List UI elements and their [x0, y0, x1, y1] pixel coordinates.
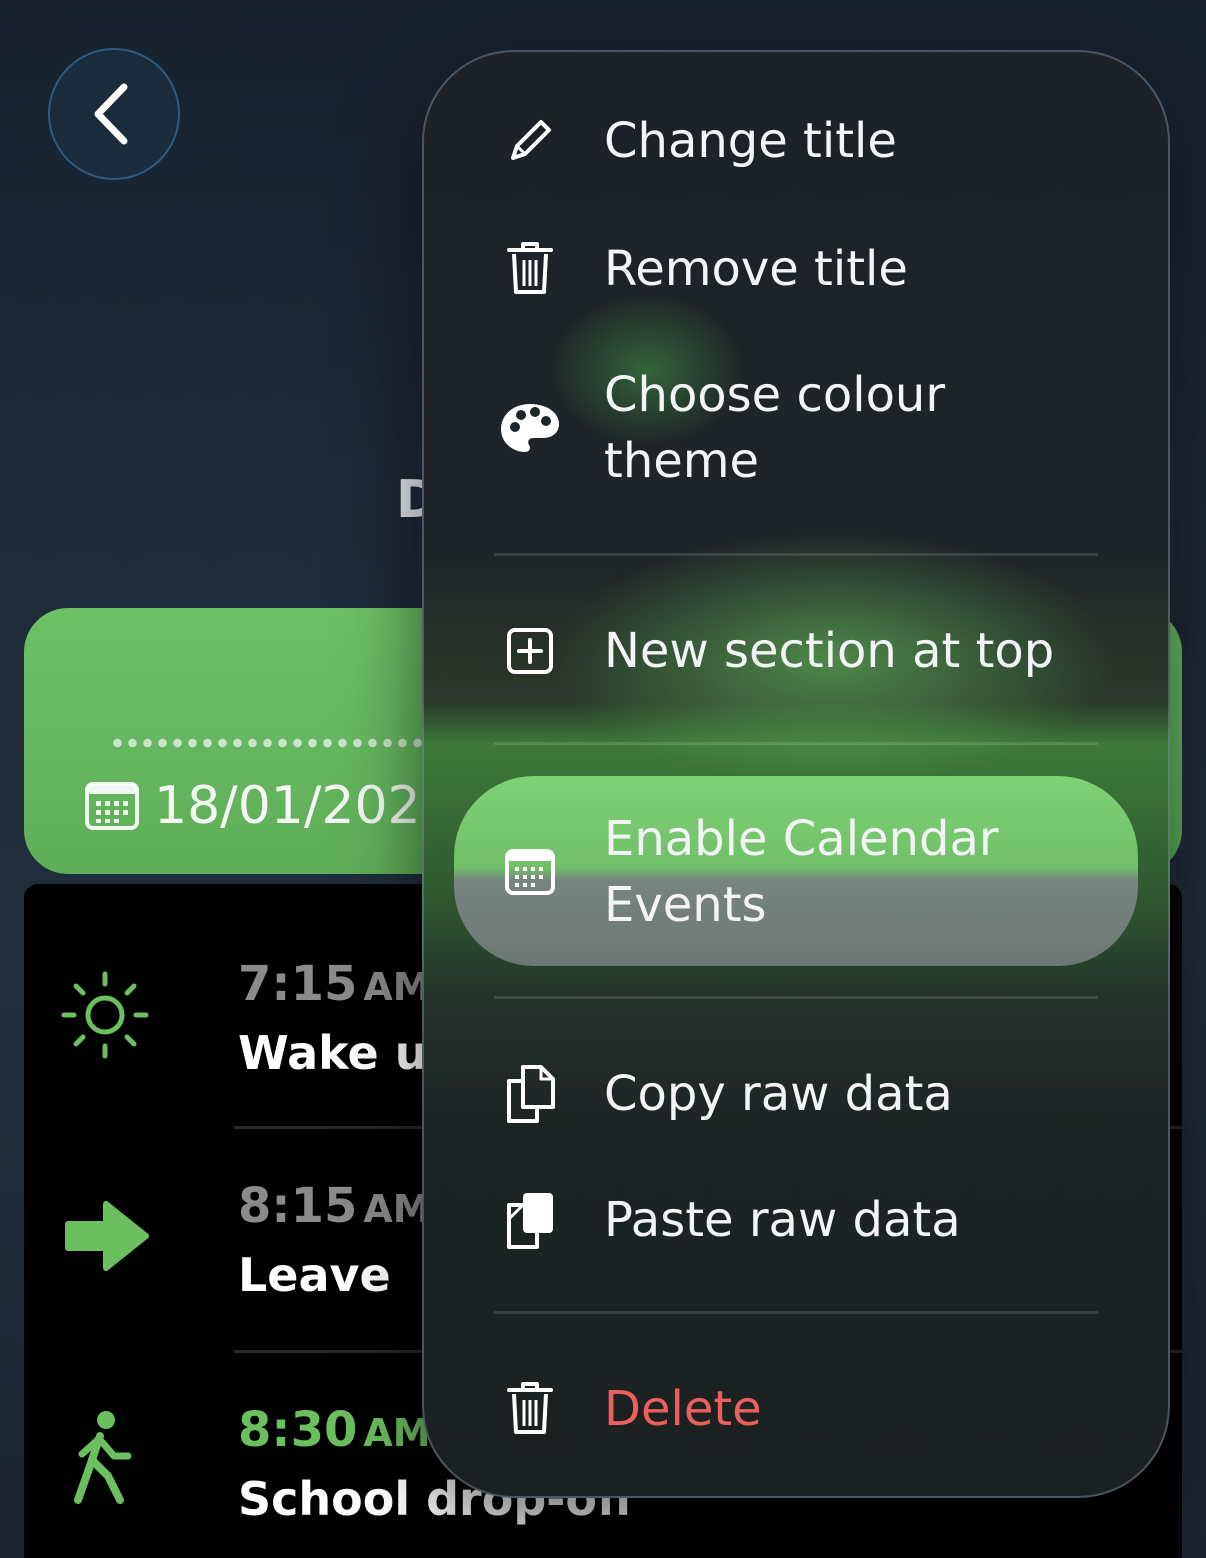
menu-item-change-title[interactable]: Change title [424, 108, 1168, 174]
back-button[interactable] [48, 48, 180, 180]
menu-separator [494, 742, 1098, 745]
menu-label: New section at top [604, 623, 1055, 679]
menu-item-paste-raw[interactable]: Paste raw data [424, 1187, 1168, 1253]
menu-label: Remove title [604, 241, 908, 297]
trash-icon [498, 237, 562, 301]
card-date: 18/01/2026 [154, 776, 454, 836]
calendar-icon [498, 840, 562, 904]
menu-label: Delete [604, 1381, 762, 1437]
arrow-right-icon [65, 1201, 149, 1271]
menu-item-colour-theme[interactable]: Choose colour theme [424, 362, 1168, 494]
event-time: 8:30 AM [238, 1402, 431, 1458]
menu-separator [494, 553, 1098, 556]
menu-item-remove-title[interactable]: Remove title [424, 236, 1168, 302]
palette-icon [498, 396, 562, 460]
walking-person-icon [74, 1411, 132, 1504]
menu-label: Enable Calendar Events [604, 811, 999, 933]
menu-item-delete[interactable]: Delete [424, 1376, 1168, 1442]
sun-icon [61, 971, 149, 1059]
plus-square-icon [498, 619, 562, 683]
menu-item-new-section[interactable]: New section at top [424, 618, 1168, 684]
pencil-icon [498, 109, 562, 173]
context-menu: Change title Remove title Choose colour … [422, 50, 1170, 1498]
menu-label: Choose colour theme [604, 367, 946, 489]
paste-icon [498, 1188, 562, 1252]
menu-label: Change title [604, 113, 897, 169]
event-time: 8:15 AM [238, 1178, 431, 1234]
card-date-row: 18/01/2026 [84, 776, 454, 836]
event-time: 7:15 AM [238, 956, 431, 1012]
menu-label: Paste raw data [604, 1192, 961, 1248]
trash-icon [498, 1377, 562, 1441]
menu-label: Copy raw data [604, 1066, 953, 1122]
menu-separator [494, 996, 1098, 999]
menu-item-enable-calendar[interactable]: Enable Calendar Events [424, 806, 1168, 938]
event-label: Leave [238, 1248, 391, 1302]
chevron-left-icon [94, 83, 128, 145]
calendar-icon [85, 782, 139, 830]
menu-item-copy-raw[interactable]: Copy raw data [424, 1061, 1168, 1127]
copy-icon [498, 1062, 562, 1126]
menu-separator [494, 1311, 1098, 1314]
